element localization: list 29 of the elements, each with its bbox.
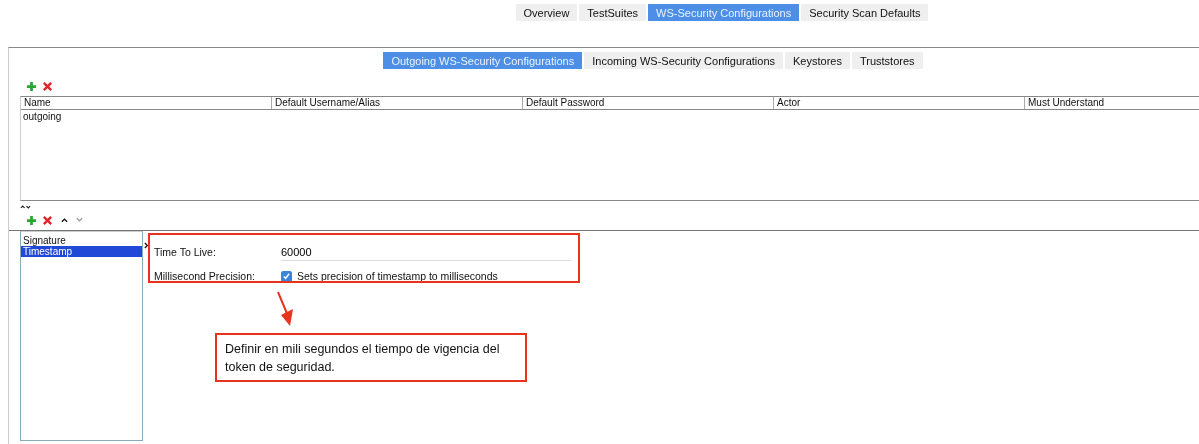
list-item[interactable]: Signature: [21, 235, 142, 246]
field-label: Millisecond Precision:: [154, 270, 256, 282]
column-header[interactable]: Name: [21, 97, 272, 109]
move-up-icon[interactable]: [61, 217, 68, 223]
column-header[interactable]: Must Understand: [1025, 97, 1199, 109]
tab[interactable]: Overview: [515, 4, 578, 21]
tab[interactable]: Truststores: [851, 52, 923, 69]
field-label: Time To Live:: [154, 246, 217, 258]
split-arrows-icon[interactable]: [20, 204, 31, 210]
delete-icon[interactable]: [42, 80, 53, 92]
table-cell-text: outgoing: [22, 110, 63, 123]
chevron-icon[interactable]: [144, 242, 149, 249]
annotation-note: Definir en mili segundos el tiempo de vigencia del token de seguridad.: [215, 333, 527, 382]
arrow-icon: [275, 291, 295, 327]
move-down-icon[interactable]: [76, 217, 83, 223]
add-icon[interactable]: [26, 80, 37, 92]
tab[interactable]: Keystores: [785, 52, 850, 69]
add-icon[interactable]: [26, 214, 37, 226]
column-header[interactable]: Default Username/Alias: [272, 97, 523, 109]
column-header[interactable]: Default Password: [523, 97, 774, 109]
list-item[interactable]: Timestamp: [21, 246, 142, 257]
tab[interactable]: TestSuites: [579, 4, 647, 21]
checkbox[interactable]: [281, 270, 292, 282]
tab[interactable]: Incoming WS-Security Configurations: [584, 52, 784, 69]
column-header[interactable]: Actor: [774, 97, 1025, 109]
delete-icon[interactable]: [42, 214, 53, 226]
input-field[interactable]: 60000: [281, 243, 571, 261]
checkbox-label: Sets precision of timestamp to milliseconds: [297, 270, 498, 282]
tab[interactable]: Security Scan Defaults: [801, 4, 929, 21]
